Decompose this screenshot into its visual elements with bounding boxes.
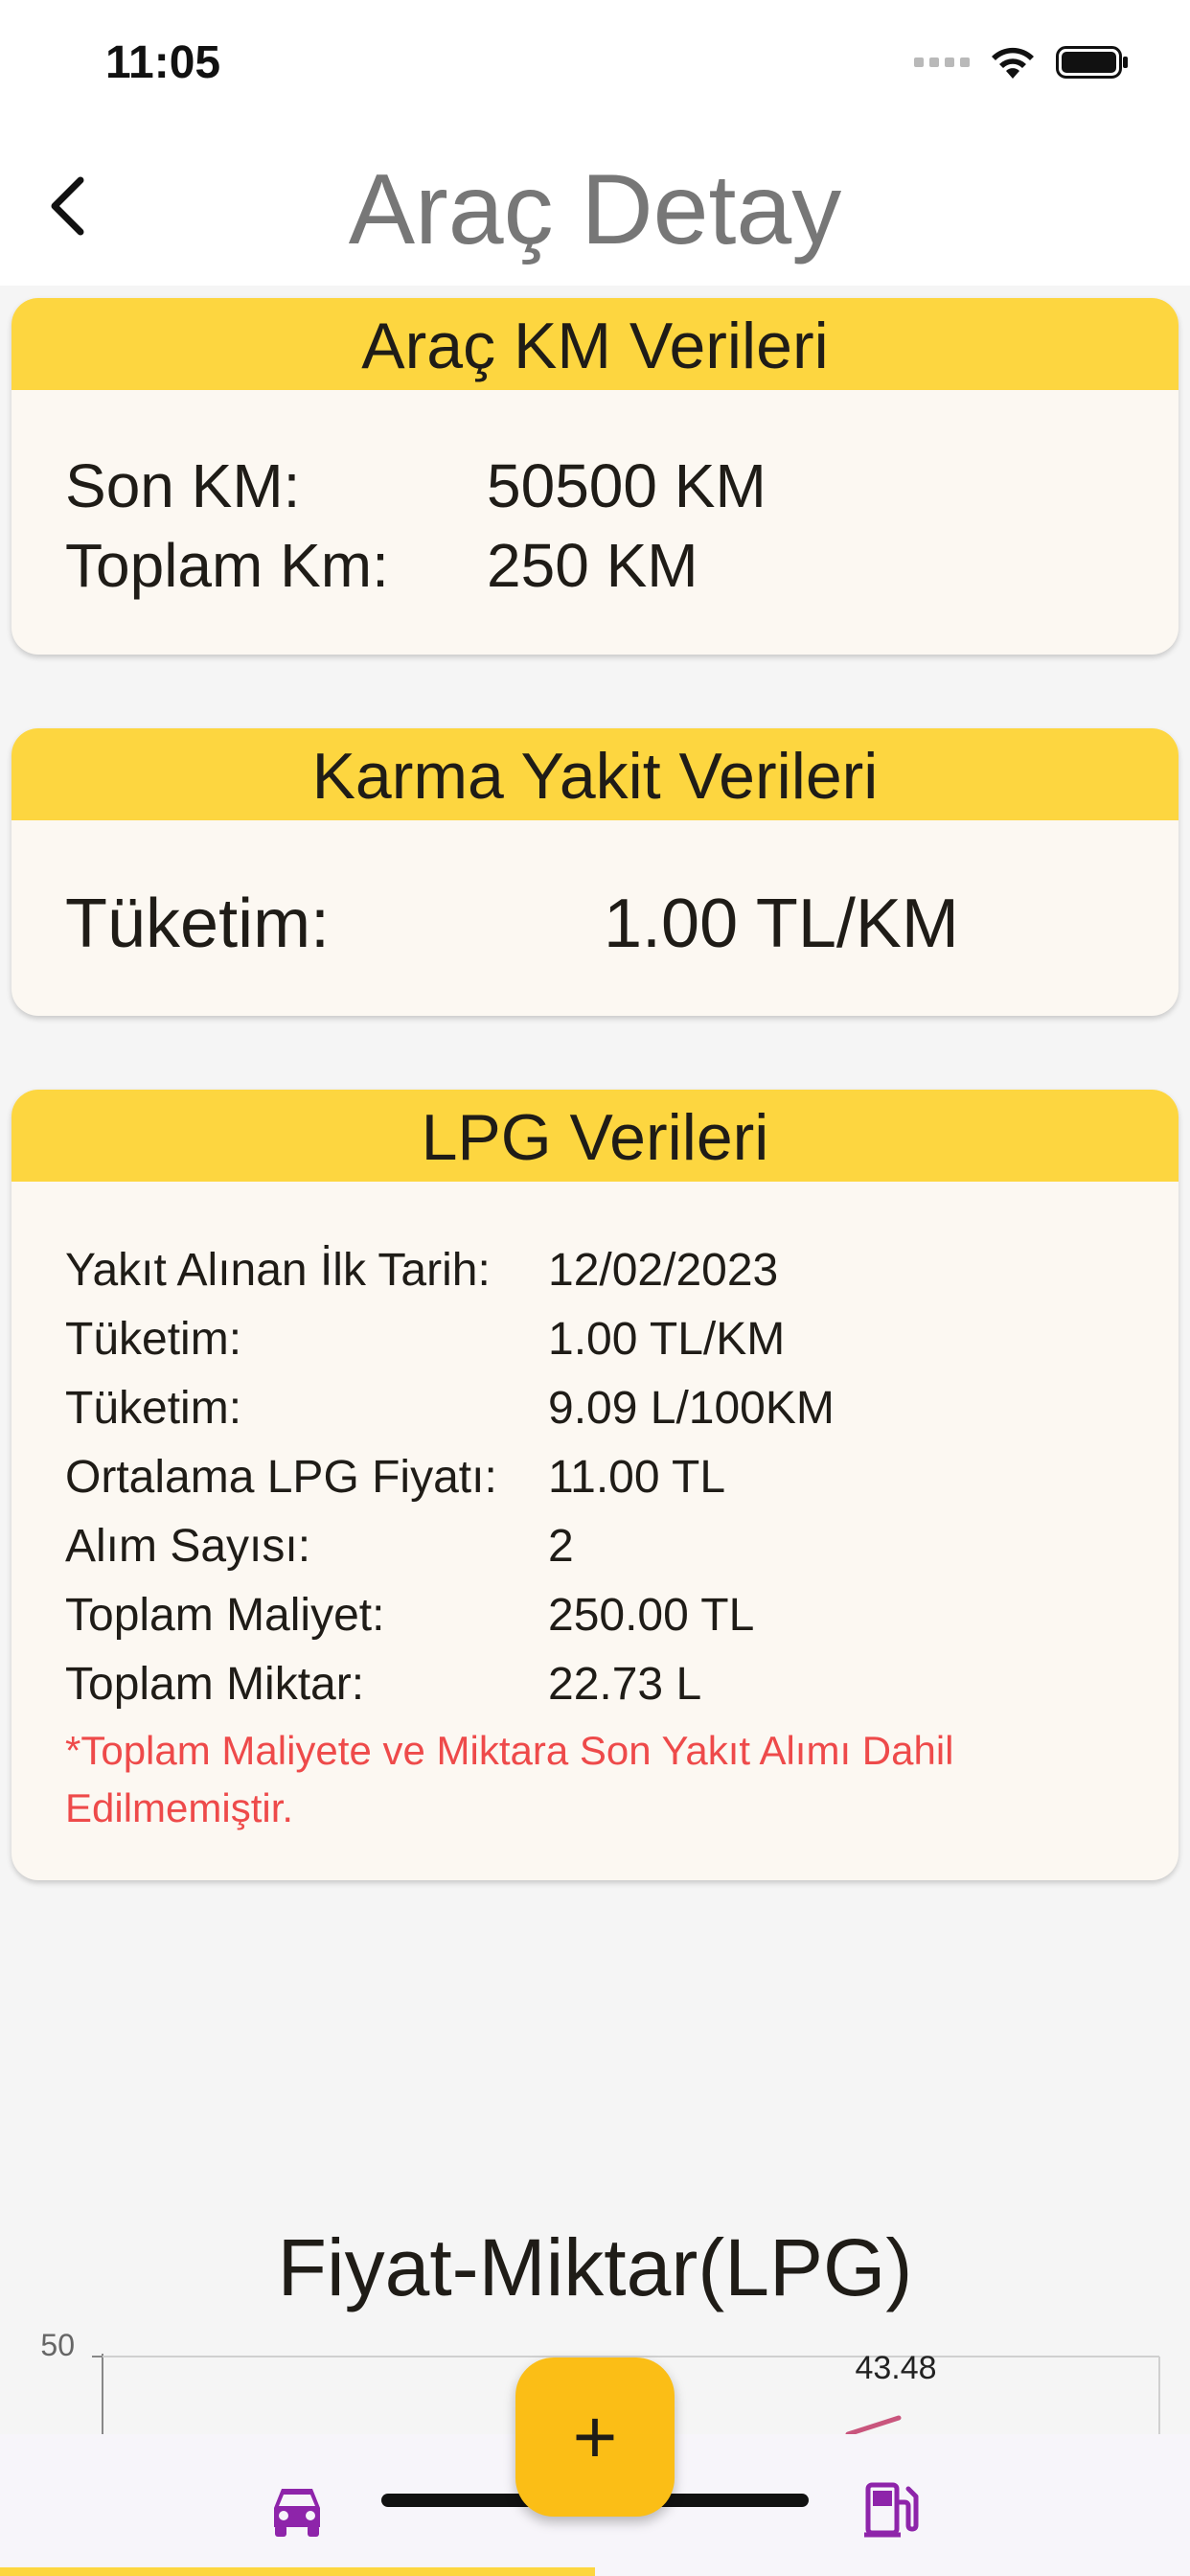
km-row-label: Son KM: (65, 450, 301, 520)
status-bar: 11:05 (0, 0, 1190, 125)
lpg-row-label: Alım Sayısı: (65, 1520, 311, 1572)
mixed-fuel-row-value: 1.00 TL/KM (604, 885, 959, 962)
series-line (845, 2415, 902, 2434)
mixed-fuel-card-title: Karma Yakit Verileri (11, 728, 1179, 820)
wifi-icon (992, 47, 1034, 79)
add-button[interactable]: + (515, 2358, 675, 2517)
lpg-row-label: Toplam Maliyet: (65, 1589, 385, 1641)
navigation-bar: Araç Detay (0, 125, 1190, 286)
lpg-row: Toplam Maliyet: 250.00 TL (65, 1580, 1179, 1649)
mixed-fuel-row: Tüketim: 1.00 TL/KM (65, 868, 1179, 978)
km-row: Toplam Km: 250 KM (65, 525, 1179, 605)
battery-icon (1056, 46, 1128, 79)
km-row-label: Toplam Km: (65, 530, 389, 600)
lpg-row-label: Tüketim: (65, 1382, 242, 1434)
fuel-pump-icon (864, 2482, 919, 2538)
plus-icon: + (572, 2394, 618, 2479)
lpg-row-value: 11.00 TL (548, 1451, 726, 1503)
cellular-signal-icon (914, 58, 970, 67)
lpg-row-value: 9.09 L/100KM (548, 1382, 835, 1434)
lpg-row: Tüketim: 9.09 L/100KM (65, 1373, 1179, 1442)
lpg-card-title: LPG Verileri (11, 1090, 1179, 1182)
active-tab-indicator (0, 2567, 595, 2576)
tab-fuel[interactable] (853, 2471, 929, 2547)
y-axis-tick-label: 50 (40, 2329, 75, 2362)
lpg-row-label: Yakıt Alınan İlk Tarih: (65, 1244, 491, 1296)
lpg-footnote: *Toplam Maliyete ve Miktara Son Yakıt Al… (65, 1728, 954, 1830)
lpg-data-card: LPG Verileri Yakıt Alınan İlk Tarih: 12/… (11, 1090, 1179, 1880)
km-row-value: 250 KM (487, 530, 698, 600)
lpg-row-label: Toplam Miktar: (65, 1658, 365, 1710)
km-row-value: 50500 KM (487, 450, 767, 520)
data-point-label: 43.48 (855, 2350, 936, 2386)
page-title: Araç Detay (348, 154, 842, 265)
lpg-row-value: 2 (548, 1520, 574, 1572)
lpg-row-value: 12/02/2023 (548, 1244, 779, 1296)
mixed-fuel-row-label: Tüketim: (65, 885, 331, 962)
lpg-row-value: 1.00 TL/KM (548, 1313, 786, 1365)
status-time: 11:05 (105, 37, 221, 88)
lpg-row: Tüketim: 1.00 TL/KM (65, 1304, 1179, 1373)
lpg-row-label: Tüketim: (65, 1313, 242, 1365)
lpg-row: Yakıt Alınan İlk Tarih: 12/02/2023 (65, 1235, 1179, 1304)
lpg-row: Ortalama LPG Fiyatı: 11.00 TL (65, 1442, 1179, 1511)
km-data-card: Araç KM Verileri Son KM: 50500 KM Toplam… (11, 298, 1179, 655)
car-icon (274, 2489, 320, 2537)
km-row: Son KM: 50500 KM (65, 446, 1179, 525)
chart-title: Fiyat-Miktar(LPG) (277, 2222, 913, 2312)
lpg-row-value: 22.73 L (548, 1658, 702, 1710)
mixed-fuel-card: Karma Yakit Verileri Tüketim: 1.00 TL/KM (11, 728, 1179, 1016)
lpg-row: Toplam Miktar: 22.73 L (65, 1649, 1179, 1718)
lpg-row: Alım Sayısı: 2 (65, 1511, 1179, 1580)
lpg-row-value: 250.00 TL (548, 1589, 755, 1641)
lpg-row-label: Ortalama LPG Fiyatı: (65, 1451, 497, 1503)
km-card-title: Araç KM Verileri (11, 298, 1179, 390)
status-icons (914, 44, 1131, 80)
tab-car[interactable] (259, 2472, 335, 2549)
